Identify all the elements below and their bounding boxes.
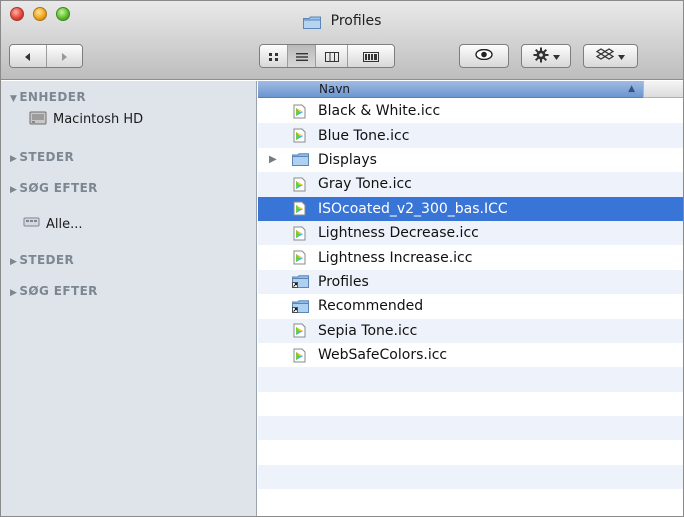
- file-name: Recommended: [318, 298, 424, 315]
- column-header-name[interactable]: Navn ▲: [258, 81, 643, 98]
- file-row[interactable]: Sepia Tone.icc: [258, 318, 683, 343]
- eye-icon: [475, 48, 493, 63]
- view-mode-control: [259, 44, 395, 68]
- folder-icon: [302, 14, 321, 29]
- file-name: Lightness Decrease.icc: [318, 225, 479, 242]
- empty-row: [258, 392, 683, 416]
- file-name: Black & White.icc: [318, 103, 441, 120]
- color-profile-icon: [292, 225, 306, 241]
- color-profile-icon: [292, 201, 306, 217]
- empty-row: [258, 440, 683, 464]
- file-row[interactable]: Lightness Increase.icc: [258, 245, 683, 269]
- back-button[interactable]: [10, 45, 47, 67]
- file-name: ISOcoated_v2_300_bas.ICC: [318, 200, 508, 217]
- file-row[interactable]: WebSafeColors.icc: [258, 343, 683, 367]
- file-row[interactable]: Lightness Decrease.icc: [258, 220, 683, 246]
- disclosure-collapsed-icon: ▶: [10, 257, 18, 267]
- file-name: Gray Tone.icc: [318, 176, 412, 193]
- disclosure-expanded-icon: ▼: [10, 94, 18, 104]
- file-name: Profiles: [318, 273, 369, 290]
- icon-view-icon: [268, 47, 280, 66]
- coverflow-view-icon: [363, 47, 379, 66]
- sort-ascending-icon: ▲: [628, 84, 635, 94]
- color-profile-icon: [292, 323, 306, 339]
- file-name: Blue Tone.icc: [318, 127, 410, 144]
- dropbox-icon: [595, 47, 615, 65]
- empty-row: [258, 489, 683, 513]
- view-column-mode-button[interactable]: [316, 45, 348, 67]
- forward-button[interactable]: [46, 45, 82, 67]
- color-profile-icon: [292, 250, 306, 266]
- empty-row: [258, 416, 683, 441]
- nav-segmented-control: [9, 44, 83, 68]
- quick-look-button[interactable]: [459, 44, 509, 68]
- action-menu-button[interactable]: [521, 44, 571, 68]
- sidebar-section-soeg-efter-2[interactable]: ▶ SØG EFTER: [10, 284, 98, 298]
- disclosure-triangle-icon[interactable]: ▶: [269, 154, 277, 165]
- color-profile-icon: [292, 103, 306, 119]
- file-row[interactable]: Gray Tone.icc: [258, 172, 683, 197]
- disclosure-collapsed-icon: ▶: [10, 154, 18, 164]
- forward-arrow-icon: [59, 47, 69, 66]
- file-row[interactable]: Recommended: [258, 294, 683, 318]
- folder-icon: [292, 152, 309, 168]
- file-name: Displays: [318, 151, 377, 168]
- gear-icon: [533, 47, 549, 66]
- toolbar: Profiles: [1, 1, 683, 80]
- alias-folder-icon: [292, 274, 309, 290]
- file-row[interactable]: Black & White.icc: [258, 99, 683, 123]
- color-profile-icon: [292, 176, 306, 192]
- color-profile-icon: [292, 128, 306, 144]
- back-arrow-icon: [23, 47, 33, 66]
- sidebar-section-steder[interactable]: ▶ STEDER: [10, 150, 74, 164]
- disclosure-collapsed-icon: ▶: [10, 288, 18, 298]
- file-row[interactable]: ▶ Displays: [258, 148, 683, 172]
- empty-row: [258, 464, 683, 490]
- sidebar-section-soeg-efter[interactable]: ▶ SØG EFTER: [10, 181, 98, 195]
- sidebar-item-alle[interactable]: Alle...: [23, 216, 83, 232]
- chevron-down-icon: [618, 50, 625, 63]
- sidebar-item-macintosh-hd[interactable]: Macintosh HD: [29, 110, 143, 129]
- window-title: Profiles: [330, 12, 382, 29]
- file-row[interactable]: Blue Tone.icc: [258, 123, 683, 148]
- disclosure-collapsed-icon: ▶: [10, 185, 18, 195]
- sidebar-section-steder-2[interactable]: ▶ STEDER: [10, 253, 74, 267]
- alias-folder-icon: [292, 298, 309, 314]
- file-name: Lightness Increase.icc: [318, 249, 473, 266]
- file-name: WebSafeColors.icc: [318, 347, 448, 364]
- file-row[interactable]: Profiles: [258, 269, 683, 295]
- column-view-icon: [324, 47, 339, 66]
- window-title-bar: Profiles: [1, 10, 683, 29]
- list-view-icon: [295, 47, 308, 66]
- file-list: Navn ▲ Black & White.icc Blue Tone.icc ▶ Di…: [258, 81, 683, 516]
- file-name: Sepia Tone.icc: [318, 322, 418, 339]
- chevron-down-icon: [552, 50, 560, 63]
- column-header-empty: [643, 81, 683, 98]
- dropbox-button[interactable]: [583, 44, 638, 68]
- network-icon: [23, 216, 40, 232]
- finder-window: Profiles ▼ ENHEDER Macintosh HD ▶ STEDER…: [0, 0, 684, 517]
- view-icon-mode-button[interactable]: [260, 45, 288, 67]
- file-row-selected[interactable]: ISOcoated_v2_300_bas.ICC: [258, 196, 683, 221]
- view-list-mode-button[interactable]: [288, 45, 316, 67]
- view-coverflow-mode-button[interactable]: [348, 45, 394, 67]
- sidebar: ▼ ENHEDER Macintosh HD ▶ STEDER ▶ SØG EFTER: [1, 81, 257, 516]
- color-profile-icon: [292, 347, 306, 363]
- empty-row: [258, 367, 683, 392]
- sidebar-section-enheder[interactable]: ▼ ENHEDER: [10, 90, 86, 104]
- file-rows: Black & White.icc Blue Tone.icc ▶ Displays G…: [258, 99, 683, 514]
- hard-drive-icon: [29, 110, 47, 129]
